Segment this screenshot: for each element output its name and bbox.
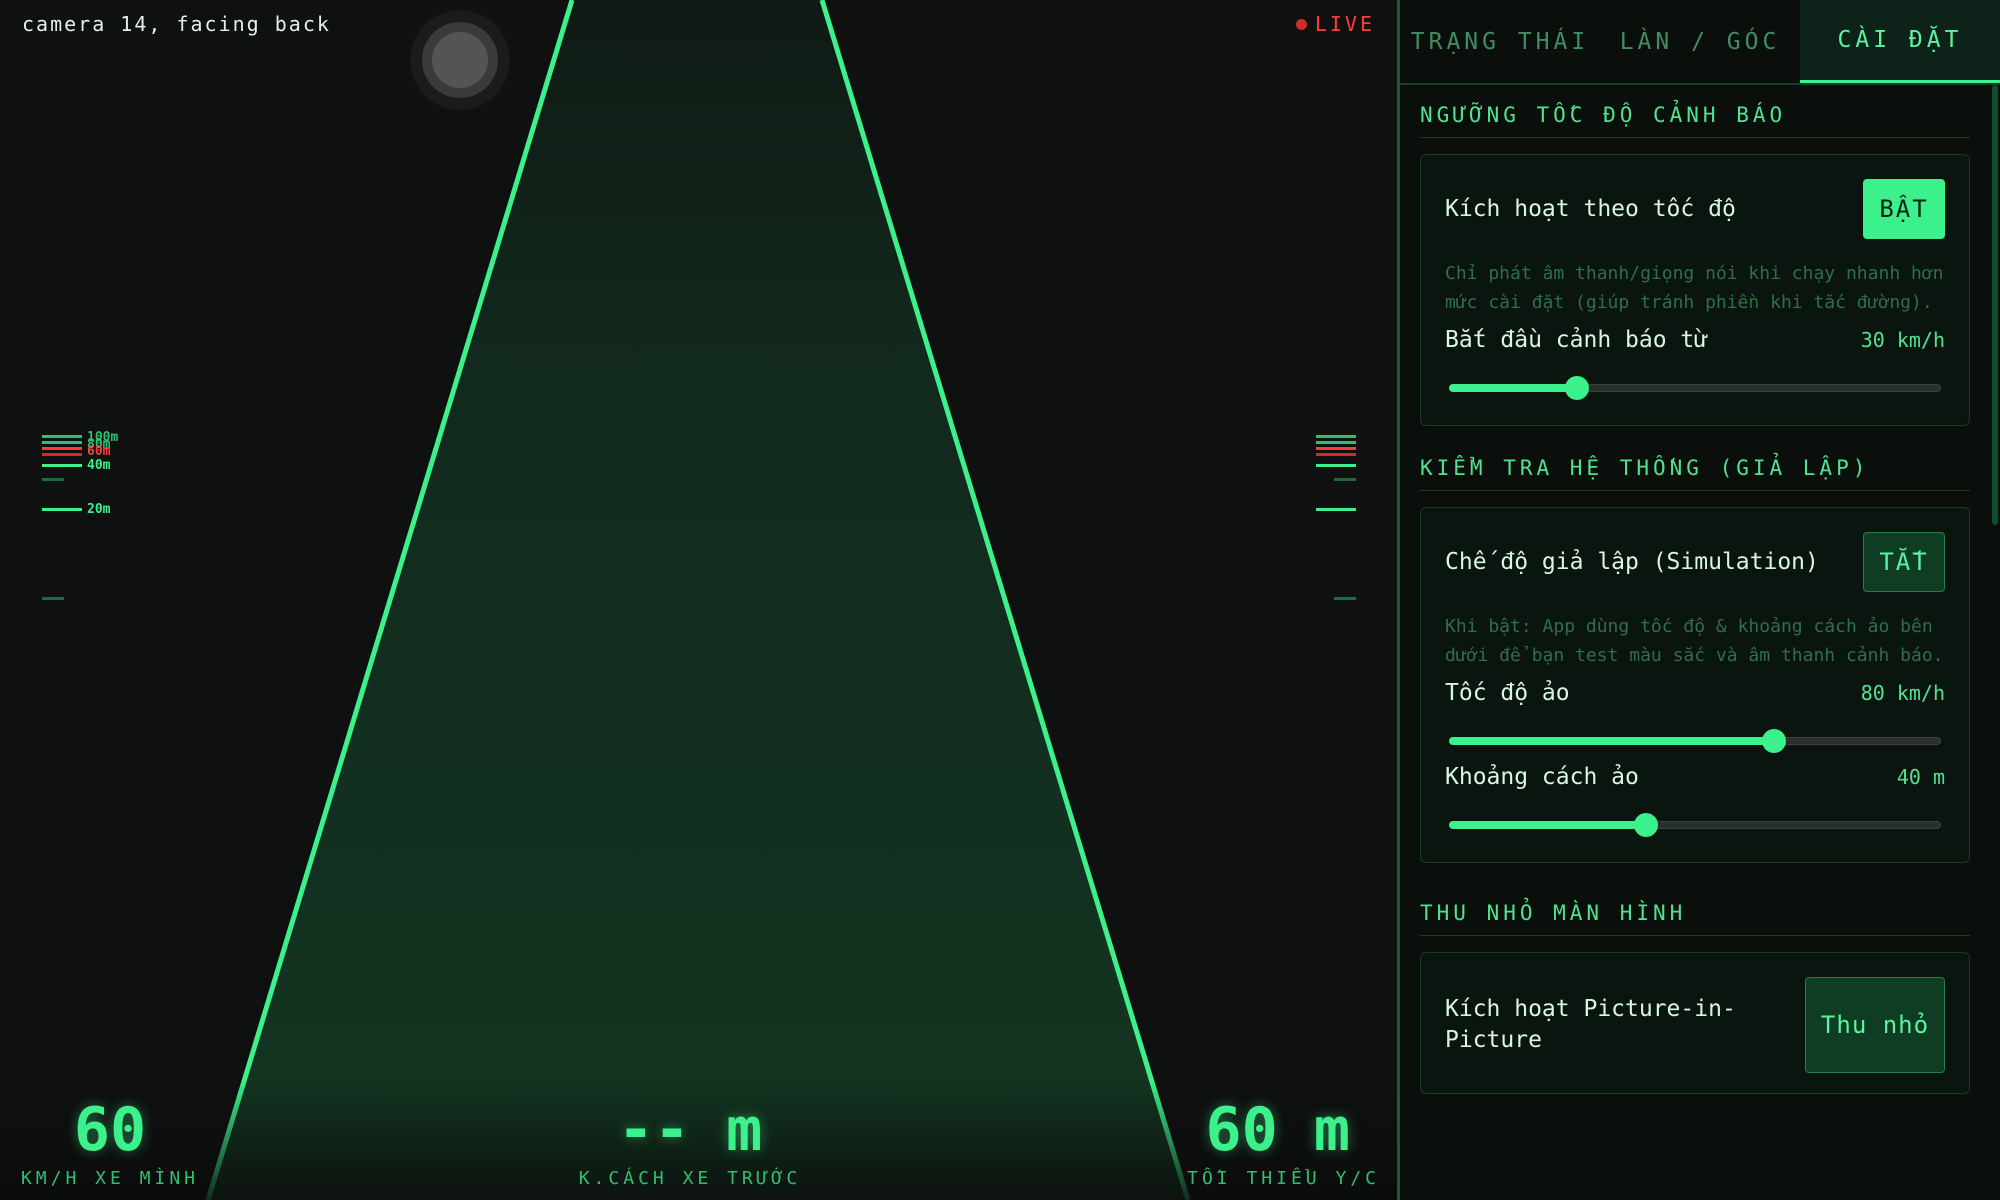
scale-tick: [42, 453, 82, 456]
alert-start-label: Bắt đầu cảnh báo từ: [1445, 327, 1709, 353]
lane-area: [208, 0, 1188, 1200]
speed-trigger-toggle[interactable]: BẬT: [1863, 179, 1945, 239]
settings-panel: TRẠNG THÁI LÀN / GÓC CÀI ĐẶT NGƯỠNG TỐC …: [1397, 0, 2000, 1200]
scale-tick: [1316, 453, 1356, 456]
slider-thumb[interactable]: [1564, 376, 1589, 400]
min-distance-readout: 60 m TỐI THIỂU Y/C: [1180, 1100, 1380, 1189]
scale-tick: [42, 435, 82, 438]
scale-tick: [1316, 464, 1356, 467]
virtual-distance-label: Khoảng cách ảo: [1445, 764, 1639, 790]
scale-tick: [1316, 441, 1356, 444]
scale-tick: [1334, 597, 1356, 600]
minimize-card: Kích hoạt Picture-in-Picture Thu nhỏ: [1420, 952, 1970, 1094]
distance-readout: -- m K.CÁCH XE TRƯỚC: [560, 1100, 820, 1189]
alert-start-slider[interactable]: [1449, 376, 1941, 400]
scale-tick: [42, 447, 82, 450]
min-distance-value: 60 m: [1205, 1095, 1351, 1165]
tab-bar: TRẠNG THÁI LÀN / GÓC CÀI ĐẶT: [1400, 0, 2000, 85]
simulation-label: Chế độ giả lập (Simulation): [1445, 549, 1819, 575]
scale-tick: [42, 478, 64, 481]
camera-lens-icon: [410, 10, 510, 110]
section-title-minimize: THU NHỎ MÀN HÌNH: [1420, 883, 1970, 936]
min-distance-label: TỐI THIỂU Y/C: [1187, 1168, 1380, 1189]
settings-scroll-area: NGƯỠNG TỐC ĐỘ CẢNH BÁO Kích hoạt theo tố…: [1400, 85, 2000, 1200]
scale-label: 60m: [87, 444, 111, 459]
virtual-distance-slider[interactable]: [1449, 813, 1941, 837]
scale-tick: [1316, 447, 1356, 450]
camera-view: camera 14, facing back LIVE 100m 80m 60m…: [0, 0, 1397, 1200]
distance-label: K.CÁCH XE TRƯỚC: [578, 1168, 802, 1189]
lane-overlay: [205, 0, 1191, 1200]
tab-status[interactable]: TRẠNG THÁI: [1400, 0, 1600, 83]
tab-settings[interactable]: CÀI ĐẶT: [1800, 0, 2000, 83]
speed-readout: 60 KM/H XE MÌNH: [20, 1100, 200, 1189]
scale-tick: [1316, 508, 1356, 511]
virtual-speed-label: Tốc độ ảo: [1445, 680, 1570, 706]
virtual-speed-slider[interactable]: [1449, 729, 1941, 753]
distance-value: -- m: [617, 1095, 763, 1165]
scale-tick: [1316, 435, 1356, 438]
section-title-speed-threshold: NGƯỠNG TỐC ĐỘ CẢNH BÁO: [1420, 85, 1970, 138]
virtual-speed-value: 80 km/h: [1860, 681, 1945, 705]
speed-trigger-description: Chỉ phát âm thanh/giọng nói khi chạy nha…: [1445, 263, 1944, 313]
speed-threshold-card: Kích hoạt theo tốc độ BẬT Chỉ phát âm th…: [1420, 154, 1970, 426]
scale-tick: [42, 597, 64, 600]
slider-thumb[interactable]: [1761, 729, 1786, 753]
tab-lane-angle[interactable]: LÀN / GÓC: [1600, 0, 1800, 83]
simulation-toggle[interactable]: TẮT: [1863, 532, 1945, 592]
pip-label: Kích hoạt Picture-in-Picture: [1445, 996, 1736, 1053]
speed-value: 60: [73, 1095, 147, 1165]
scale-tick: [42, 441, 82, 444]
scale-tick: [42, 508, 82, 511]
system-check-card: Chế độ giả lập (Simulation) TẮT Khi bật:…: [1420, 507, 1970, 863]
speed-trigger-label: Kích hoạt theo tốc độ: [1445, 196, 1736, 222]
minimize-button[interactable]: Thu nhỏ: [1805, 977, 1945, 1073]
scale-tick: [1334, 478, 1356, 481]
live-dot-icon: [1295, 18, 1307, 30]
speed-label: KM/H XE MÌNH: [20, 1168, 200, 1189]
scale-label: 20m: [87, 502, 111, 517]
scale-tick: [42, 464, 82, 467]
live-indicator: LIVE: [1295, 12, 1375, 36]
scale-label: 40m: [87, 458, 111, 473]
camera-label: camera 14, facing back: [22, 12, 331, 36]
slider-thumb[interactable]: [1633, 813, 1658, 837]
alert-start-value: 30 km/h: [1860, 328, 1945, 352]
virtual-distance-value: 40 m: [1896, 765, 1945, 789]
live-label: LIVE: [1314, 12, 1375, 36]
simulation-description: Khi bật: App dùng tốc độ & khoảng cách ả…: [1445, 616, 1944, 666]
section-title-system-check: KIỂM TRA HỆ THỐNG (GIẢ LẬP): [1420, 438, 1970, 491]
